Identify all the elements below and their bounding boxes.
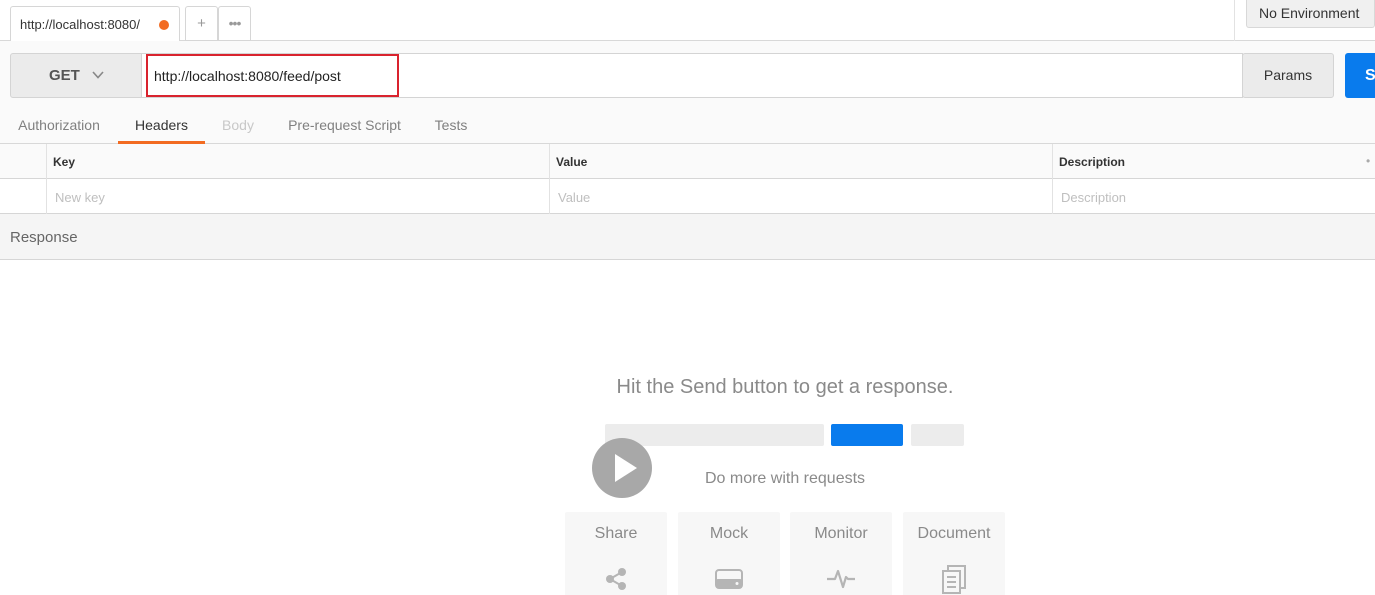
play-icon [615,454,637,482]
request-tab[interactable]: http://localhost:8080/ [10,6,180,42]
unsaved-changes-dot-icon [159,20,169,30]
url-input[interactable]: http://localhost:8080/feed/post [142,53,1243,98]
monitor-pulse-icon [827,569,855,589]
column-header-key: Key [53,155,76,169]
empty-response-message: Hit the Send button to get a response. [616,376,954,398]
method-dropdown[interactable]: GET [10,53,142,98]
illustration-send-bar [831,424,903,446]
feature-label: Document [917,525,991,542]
tab-pre-request-script[interactable]: Pre-request Script [287,109,402,144]
environment-select[interactable]: No Environment [1246,0,1375,28]
column-header-value: Value [556,155,588,169]
play-video-button[interactable] [592,438,652,498]
response-title: Response [10,229,78,246]
column-header-description: Description [1059,155,1126,169]
tab-headers[interactable]: Headers [118,109,205,144]
feature-label: Share [594,525,638,542]
new-value-input[interactable]: Value [558,190,590,205]
tab-bar: http://localhost:8080/ + ••• No Environm… [0,0,1375,42]
chevron-down-icon [92,71,104,79]
headers-table: Key Value Description • New key Value De… [0,144,1375,214]
send-button[interactable]: Send [1345,53,1375,98]
feature-label: Monitor [814,525,868,542]
response-header: Response [0,214,1375,260]
do-more-label: Do more with requests [704,470,866,487]
request-tab-title: http://localhost:8080/ [20,17,140,32]
new-description-input[interactable]: Description [1061,190,1126,205]
more-tabs-button[interactable]: ••• [218,6,251,41]
request-url-bar: GET http://localhost:8080/feed/post Para… [0,41,1375,109]
params-button[interactable]: Params [1242,53,1334,98]
feature-monitor-card[interactable]: Monitor [790,512,892,595]
headers-table-header [0,144,1375,179]
new-tab-button[interactable]: + [185,6,218,41]
feature-share-card[interactable]: Share [565,512,667,595]
feature-document-card[interactable]: Document [903,512,1005,595]
feature-label: Mock [709,525,749,542]
column-separator [549,144,550,214]
divider [1234,0,1235,41]
tab-tests[interactable]: Tests [434,109,468,144]
tab-authorization[interactable]: Authorization [16,109,102,144]
illustration-save-bar [911,424,964,446]
document-icon [942,565,966,594]
column-separator [46,144,47,214]
new-key-input[interactable]: New key [55,190,105,205]
method-label: GET [49,67,80,84]
request-tabs: Authorization Headers Body Pre-request S… [0,109,1375,144]
feature-mock-card[interactable]: Mock [678,512,780,595]
url-text: http://localhost:8080/feed/post [154,68,341,84]
mock-server-icon [715,569,743,589]
share-icon [606,568,626,590]
tab-body[interactable]: Body [221,109,255,144]
column-separator [1052,144,1053,214]
more-options-icon[interactable]: • [1366,154,1370,168]
